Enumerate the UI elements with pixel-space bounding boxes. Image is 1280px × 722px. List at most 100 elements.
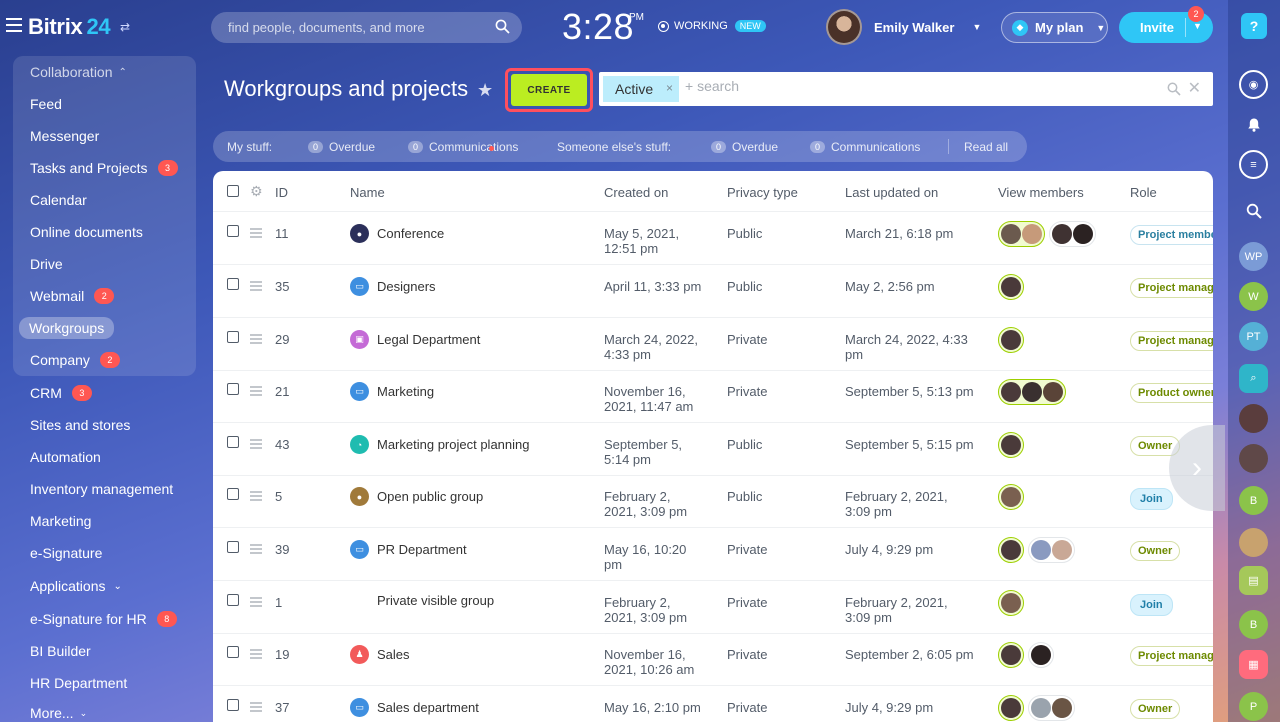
contact-avatar-photo[interactable] [1239,444,1268,473]
members-avatars[interactable] [998,484,1024,510]
table-row[interactable]: 37 ▭ Sales department May 16, 2:10 pm Pri… [213,686,1213,722]
my-plan-button[interactable]: ◆ My plan ▼ [1001,12,1108,43]
menu-group-collaboration[interactable]: Collaboration ⌃ [30,62,127,82]
column-header-created[interactable]: Created on [604,185,668,200]
members-avatars[interactable] [998,537,1075,563]
row-checkbox[interactable] [227,383,239,395]
menu-item-drive[interactable]: Drive [30,254,63,274]
menu-item-company[interactable]: Company 2 [30,350,120,370]
group-name-link[interactable]: ▣ Legal Department [350,330,480,349]
join-button[interactable]: Join [1130,594,1173,616]
members-avatars[interactable] [998,327,1024,353]
menu-item-calendar[interactable]: Calendar [30,190,87,210]
global-search-input[interactable] [211,12,471,43]
members-avatars[interactable] [998,221,1096,247]
row-checkbox[interactable] [227,646,239,658]
members-avatars[interactable] [998,432,1024,458]
row-checkbox[interactable] [227,331,239,343]
contact-avatar-b[interactable]: B [1239,486,1268,515]
menu-item-webmail[interactable]: Webmail 2 [30,286,115,306]
user-menu[interactable]: Emily Walker ▼ [826,9,981,45]
members-avatars[interactable] [998,642,1054,668]
gear-icon[interactable]: ⚙ [250,183,263,200]
clock-time[interactable]: 3:28 [562,6,634,48]
contact-avatar-w[interactable]: W [1239,282,1268,311]
other-overdue-counter[interactable]: 0 Overdue [711,140,778,154]
filter-search-input[interactable] [685,78,1085,94]
members-avatars[interactable] [998,695,1075,721]
drag-handle-icon[interactable] [250,386,262,398]
row-checkbox[interactable] [227,699,239,711]
drag-handle-icon[interactable] [250,597,262,609]
search-doc-icon[interactable]: ⌕ [1239,364,1268,393]
calendar-icon[interactable]: ▦ [1239,650,1268,679]
contact-avatar-p[interactable]: P [1239,692,1268,721]
contact-avatar-pt[interactable]: PT [1239,322,1268,351]
members-avatars[interactable] [998,590,1024,616]
group-name-link[interactable]: ▭ Designers [350,277,436,296]
menu-item-esignature[interactable]: e-Signature [30,543,102,563]
search-icon[interactable] [1239,196,1268,225]
chat-icon[interactable]: ≡ [1239,150,1268,179]
members-avatars[interactable] [998,379,1066,405]
search-icon[interactable] [1167,82,1181,101]
drag-handle-icon[interactable] [250,228,262,240]
table-row[interactable]: 11 ● Conference May 5, 2021, 12:51 pm Pub… [213,212,1213,265]
menu-item-tasks[interactable]: Tasks and Projects 3 [30,158,178,178]
work-status[interactable]: WORKING NEW [658,20,766,32]
menu-burger-icon[interactable] [6,18,22,32]
group-name-link[interactable]: ♟ Sales [350,645,410,664]
table-row[interactable]: 29 ▣ Legal Department March 24, 2022, 4:3… [213,318,1213,371]
group-name-link[interactable]: ◔ Marketing project planning [350,435,529,454]
menu-item-applications[interactable]: Applications ⌄ [30,576,122,596]
menu-item-messenger[interactable]: Messenger [30,126,99,146]
menu-item-sites[interactable]: Sites and stores [30,415,130,435]
menu-item-workgroups[interactable]: Workgroups [19,317,115,339]
row-checkbox[interactable] [227,594,239,606]
contact-avatar-photo[interactable] [1239,404,1268,433]
drag-handle-icon[interactable] [250,281,262,293]
other-communications-counter[interactable]: 0 Communications [810,140,920,154]
drag-handle-icon[interactable] [250,334,262,346]
column-header-members[interactable]: View members [998,185,1084,200]
my-communications-counter[interactable]: 0 Communications [408,140,518,154]
column-header-privacy[interactable]: Privacy type [727,185,798,200]
join-button[interactable]: Join [1130,488,1173,510]
group-name-link[interactable]: ▭ Sales department [350,698,479,717]
row-checkbox[interactable] [227,541,239,553]
drag-handle-icon[interactable] [250,544,262,556]
table-row[interactable]: 39 ▭ PR Department May 16, 10:20 pm Priva… [213,528,1213,581]
menu-item-online-documents[interactable]: Online documents [30,222,143,242]
contact-avatar-b[interactable]: B [1239,610,1268,639]
menu-item-hr-department[interactable]: HR Department [30,673,127,693]
group-name-link[interactable]: ▭ Marketing [350,382,434,401]
close-icon[interactable]: × [666,81,673,95]
contact-avatar-wp[interactable]: WP [1239,242,1268,271]
copilot-icon[interactable]: ◉ [1239,70,1268,99]
column-header-id[interactable]: ID [275,185,288,200]
help-icon[interactable]: ? [1241,13,1267,39]
row-checkbox[interactable] [227,225,239,237]
search-icon[interactable] [495,19,510,39]
clear-icon[interactable]: ✕ [1188,78,1201,98]
group-name-link[interactable]: ▭ PR Department [350,540,467,559]
table-row[interactable]: 43 ◔ Marketing project planning September… [213,423,1213,476]
drag-handle-icon[interactable] [250,702,262,714]
menu-item-more[interactable]: More... ⌄ [30,703,87,722]
menu-item-marketing[interactable]: Marketing [30,511,91,531]
contact-avatar-photo[interactable] [1239,528,1268,557]
menu-item-crm[interactable]: CRM 3 [30,383,92,403]
menu-item-esignature-hr[interactable]: e-Signature for HR 8 [30,609,177,629]
my-overdue-counter[interactable]: 0 Overdue [308,140,375,154]
table-row[interactable]: 5 ● Open public group February 2, 2021, 3… [213,475,1213,528]
bell-icon[interactable] [1239,110,1268,139]
menu-item-bi-builder[interactable]: BI Builder [30,641,91,661]
chevron-down-icon[interactable]: ▼ [1193,21,1202,31]
column-header-role[interactable]: Role [1130,185,1157,200]
row-checkbox[interactable] [227,436,239,448]
star-icon[interactable]: ★ [477,80,493,101]
table-row[interactable]: 35 ▭ Designers April 11, 3:33 pm Public M… [213,265,1213,318]
table-row[interactable]: 19 ♟ Sales November 16, 2021, 10:26 am Pr… [213,633,1213,686]
group-name-link[interactable]: ● Conference [350,224,444,243]
row-checkbox[interactable] [227,488,239,500]
